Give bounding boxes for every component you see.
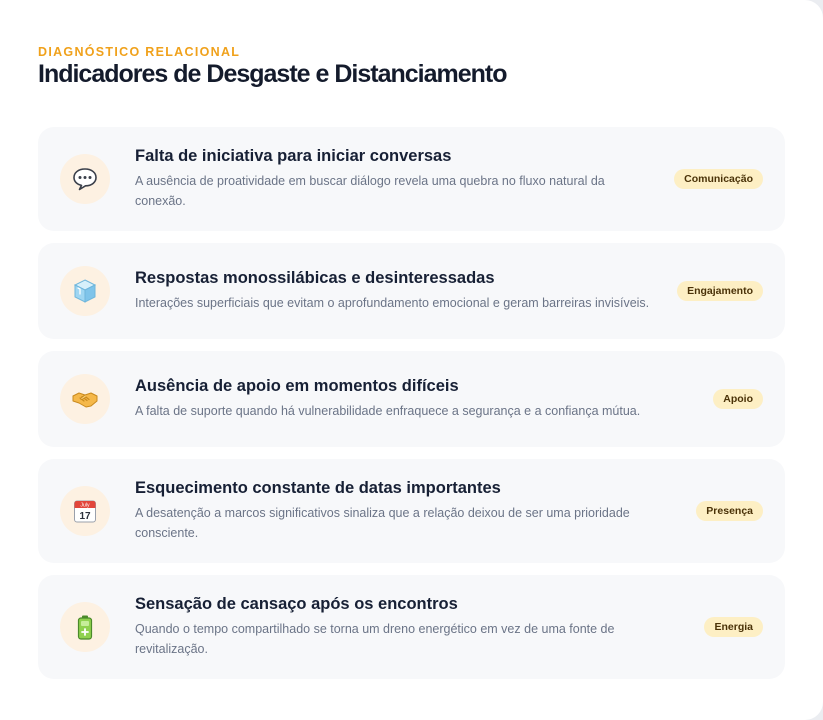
calendar-day: 17 — [79, 511, 91, 522]
ice-cube-icon — [73, 279, 97, 303]
indicator-text: Esquecimento constante de datas importan… — [135, 479, 696, 543]
indicator-description: A ausência de proatividade em buscar diá… — [135, 174, 605, 208]
indicator-list: Falta de iniciativa para iniciar convers… — [38, 127, 785, 691]
handshake-icon — [72, 392, 98, 408]
indicator-text: Ausência de apoio em momentos difíceis A… — [135, 377, 713, 421]
indicators-panel: DIAGNÓSTICO RELACIONAL Indicadores de De… — [0, 0, 823, 720]
indicator-text: Falta de iniciativa para iniciar convers… — [135, 147, 674, 211]
indicator-title: Falta de iniciativa para iniciar convers… — [135, 147, 452, 165]
indicator-card-energia[interactable]: Sensação de cansaço após os encontros Qu… — [38, 575, 785, 679]
indicator-title: Esquecimento constante de datas importan… — [135, 479, 501, 497]
indicator-text: Respostas monossilábicas e desinteressad… — [135, 269, 677, 313]
page-title: Indicadores de Desgaste e Distanciamento — [38, 60, 508, 88]
indicator-text: Sensação de cansaço após os encontros Qu… — [135, 595, 704, 659]
indicator-description: A desatenção a marcos significativos sin… — [135, 506, 630, 540]
indicator-description: A falta de suporte quando há vulnerabili… — [135, 404, 641, 418]
icon-circle: July 17 — [60, 486, 110, 536]
indicator-title: Respostas monossilábicas e desinteressad… — [135, 269, 495, 287]
icon-circle — [60, 602, 110, 652]
icon-circle — [60, 374, 110, 424]
category-badge: Apoio — [713, 389, 763, 409]
indicator-description: Interações superficiais que evitam o apr… — [135, 296, 650, 310]
category-badge: Engajamento — [677, 281, 763, 301]
icon-circle — [60, 266, 110, 316]
speech-balloon-icon — [73, 168, 97, 191]
indicator-title: Ausência de apoio em momentos difíceis — [135, 377, 459, 395]
indicator-title: Sensação de cansaço após os encontros — [135, 595, 458, 613]
section-eyebrow: DIAGNÓSTICO RELACIONAL — [38, 45, 241, 59]
calendar-icon: July 17 — [74, 500, 96, 523]
category-badge: Presença — [696, 501, 763, 521]
indicator-description: Quando o tempo compartilhado se torna um… — [135, 622, 615, 656]
icon-circle — [60, 154, 110, 204]
category-badge: Energia — [704, 617, 763, 637]
indicator-card-comunicacao[interactable]: Falta de iniciativa para iniciar convers… — [38, 127, 785, 231]
low-battery-icon — [77, 615, 93, 640]
indicator-card-engajamento[interactable]: Respostas monossilábicas e desinteressad… — [38, 243, 785, 339]
category-badge: Comunicação — [674, 169, 763, 189]
indicator-card-presenca[interactable]: July 17 Esquecimento constante de datas … — [38, 459, 785, 563]
indicator-card-apoio[interactable]: Ausência de apoio em momentos difíceis A… — [38, 351, 785, 447]
calendar-month: July — [80, 503, 90, 509]
